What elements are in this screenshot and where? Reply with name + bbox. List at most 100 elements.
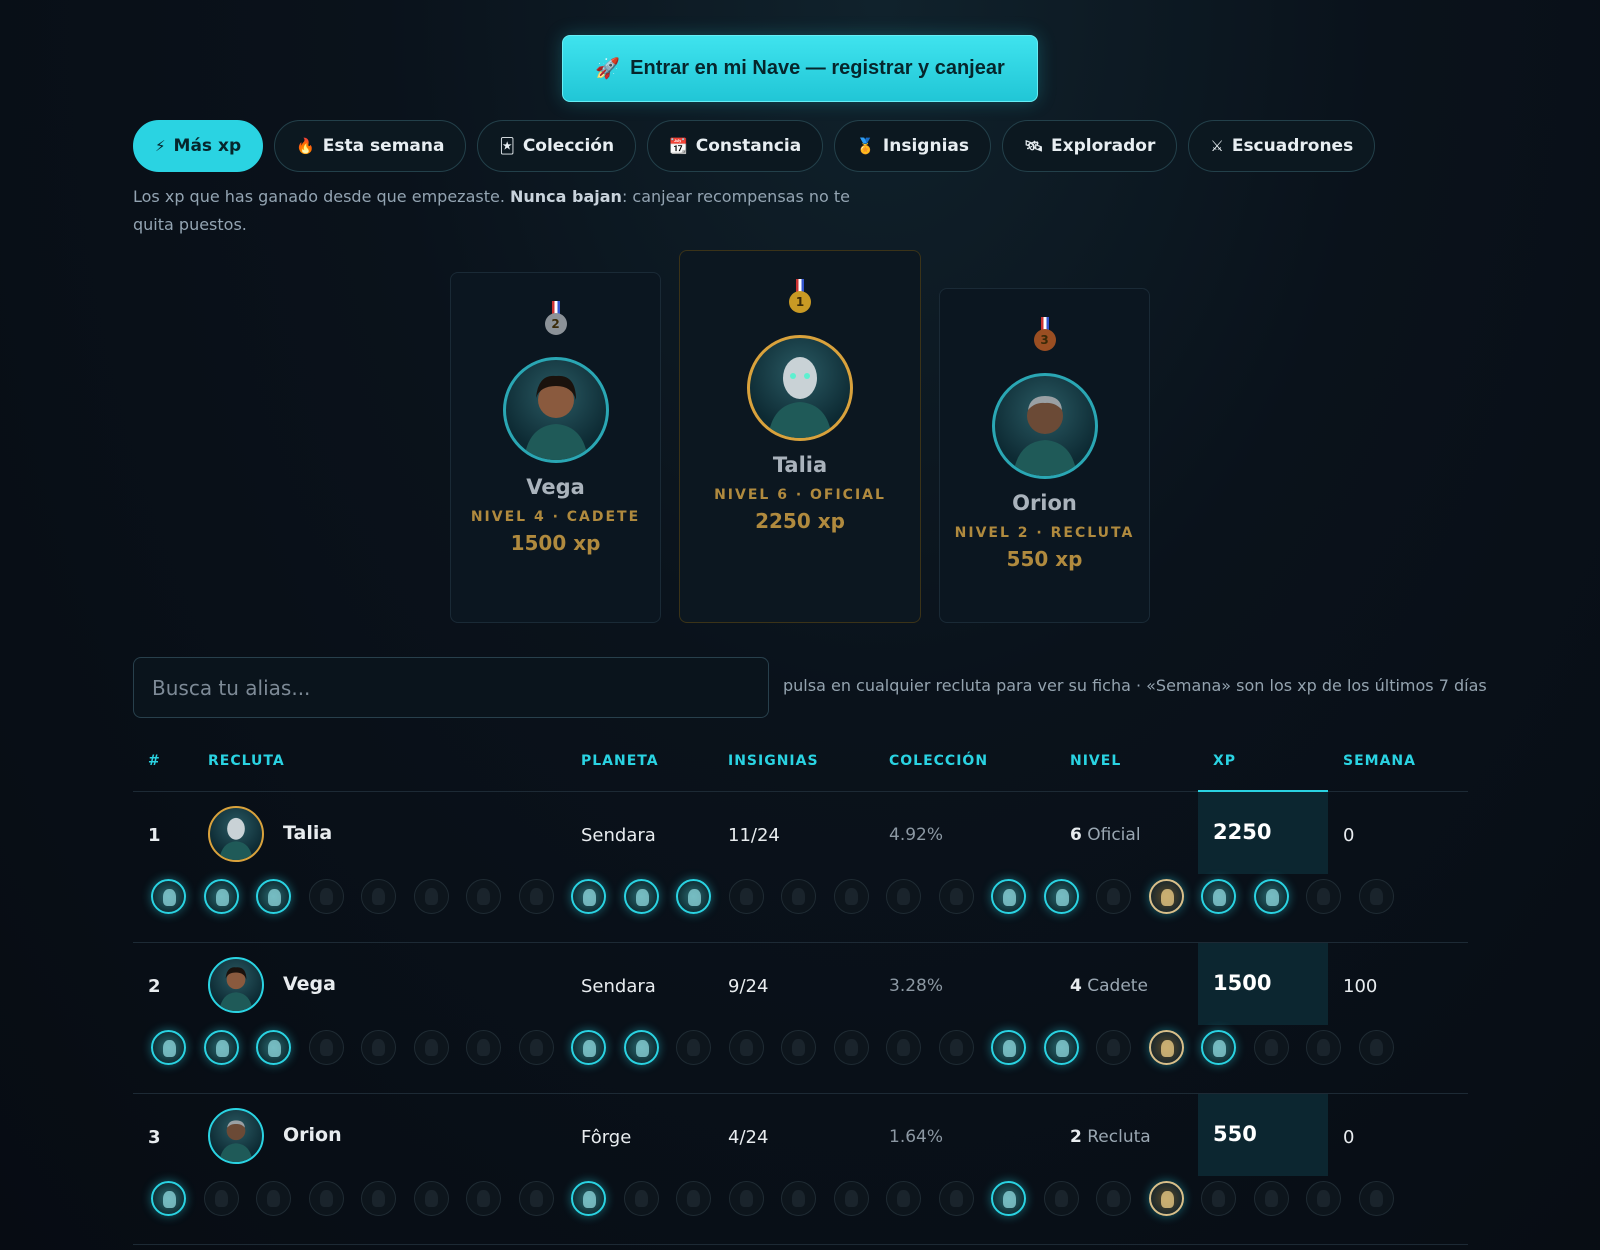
badge-locked-icon[interactable] (1096, 1181, 1131, 1216)
badge-locked-icon[interactable] (728, 1181, 764, 1216)
badge-earned-icon[interactable] (1253, 879, 1289, 914)
badge-earned-icon[interactable] (676, 879, 711, 914)
badge-earned-icon[interactable] (1148, 1181, 1184, 1216)
podium-second[interactable]: 2 Vega NIVEL 4 · CADETE 1500 xp (450, 272, 661, 623)
tab-insignias[interactable]: 🏅 Insignias (834, 120, 991, 172)
badge-locked-icon[interactable] (413, 879, 449, 914)
badge-earned-icon[interactable] (1201, 879, 1236, 914)
badge-earned-icon[interactable] (1043, 1030, 1079, 1065)
badge-locked-icon[interactable] (256, 1181, 291, 1216)
badge-locked-icon[interactable] (308, 1030, 344, 1065)
badge-earned-icon[interactable] (256, 1030, 291, 1065)
table-row[interactable]: 3 Orion Fôrge 4/24 1.64% 2 Recluta 550 0 (133, 1094, 1468, 1245)
header-rank[interactable]: # (148, 753, 161, 769)
badge-earned-icon[interactable] (203, 1030, 239, 1065)
badge-earned-icon[interactable] (256, 879, 291, 914)
silver-medal-icon: 2 (543, 301, 569, 341)
badge-locked-icon[interactable] (833, 879, 869, 914)
badge-locked-icon[interactable] (938, 1030, 974, 1065)
search-input[interactable] (133, 657, 769, 718)
tab-coleccion[interactable]: 🃏 Colección (477, 120, 637, 172)
badge-locked-icon[interactable] (728, 1030, 764, 1065)
badge-locked-icon[interactable] (413, 1181, 449, 1216)
badge-locked-icon[interactable] (938, 879, 974, 914)
row-collection: 1.64% (889, 1127, 944, 1147)
badge-locked-icon[interactable] (623, 1181, 659, 1216)
badge-locked-icon[interactable] (1043, 1181, 1079, 1216)
badge-locked-icon[interactable] (886, 1181, 921, 1216)
badge-locked-icon[interactable] (833, 1030, 869, 1065)
badge-locked-icon[interactable] (1096, 1030, 1131, 1065)
badge-earned-icon[interactable] (991, 1030, 1026, 1065)
badge-earned-icon[interactable] (1201, 1030, 1236, 1065)
badge-locked-icon[interactable] (781, 1181, 816, 1216)
header-collection[interactable]: COLECCIÓN (889, 753, 988, 769)
badge-locked-icon[interactable] (518, 1030, 554, 1065)
badge-locked-icon[interactable] (1358, 879, 1394, 914)
header-level[interactable]: NIVEL (1070, 753, 1121, 769)
table-row[interactable]: 2 Vega Sendara 9/24 3.28% 4 Cadete 1500 … (133, 943, 1468, 1094)
tab-escuadrones[interactable]: ⚔ Escuadrones (1188, 120, 1376, 172)
badge-locked-icon[interactable] (728, 879, 764, 914)
enter-ship-label: Entrar en mi Nave — registrar y canjear (630, 57, 1005, 79)
badge-locked-icon[interactable] (886, 879, 921, 914)
badge-locked-icon[interactable] (361, 1181, 396, 1216)
badge-locked-icon[interactable] (466, 1030, 501, 1065)
header-planet[interactable]: PLANETA (581, 753, 659, 769)
badge-earned-icon[interactable] (623, 1030, 659, 1065)
badge-locked-icon[interactable] (886, 1030, 921, 1065)
badge-locked-icon[interactable] (203, 1181, 239, 1216)
tab-explorador[interactable]: 🛰 Explorador (1001, 120, 1178, 172)
badge-locked-icon[interactable] (676, 1181, 711, 1216)
badge-earned-icon[interactable] (1148, 1030, 1184, 1065)
badge-earned-icon[interactable] (1043, 879, 1079, 914)
badge-earned-icon[interactable] (991, 879, 1026, 914)
badge-locked-icon[interactable] (308, 879, 344, 914)
badge-locked-icon[interactable] (361, 1030, 396, 1065)
badge-earned-icon[interactable] (571, 1181, 606, 1216)
header-badges[interactable]: INSIGNIAS (728, 753, 819, 769)
badge-locked-icon[interactable] (1253, 1181, 1289, 1216)
tab-mas-xp[interactable]: ⚡ Más xp (133, 120, 264, 172)
badge-locked-icon[interactable] (1358, 1181, 1394, 1216)
badge-locked-icon[interactable] (781, 879, 816, 914)
header-recruit[interactable]: RECLUTA (208, 753, 285, 769)
badge-earned-icon[interactable] (571, 879, 606, 914)
header-week[interactable]: SEMANA (1343, 753, 1416, 769)
podium-first[interactable]: 1 Talia NIVEL 6 · OFICIAL 2250 xp (679, 250, 921, 623)
badge-locked-icon[interactable] (1096, 879, 1131, 914)
badge-earned-icon[interactable] (623, 879, 659, 914)
badge-locked-icon[interactable] (1201, 1181, 1236, 1216)
badge-locked-icon[interactable] (518, 879, 554, 914)
badge-locked-icon[interactable] (518, 1181, 554, 1216)
badge-earned-icon[interactable] (203, 879, 239, 914)
badge-locked-icon[interactable] (1358, 1030, 1394, 1065)
badge-earned-icon[interactable] (1148, 879, 1184, 914)
badge-locked-icon[interactable] (676, 1030, 711, 1065)
badge-locked-icon[interactable] (1306, 1030, 1341, 1065)
badge-locked-icon[interactable] (1253, 1030, 1289, 1065)
enter-ship-button[interactable]: 🚀 Entrar en mi Nave — registrar y canjea… (562, 35, 1038, 102)
table-row[interactable]: 1 Talia Sendara 11/24 4.92% 6 Oficial 22… (133, 792, 1468, 943)
badge-locked-icon[interactable] (361, 879, 396, 914)
podium-third[interactable]: 3 Orion NIVEL 2 · RECLUTA 550 xp (939, 288, 1150, 623)
badge-locked-icon[interactable] (466, 1181, 501, 1216)
badge-locked-icon[interactable] (938, 1181, 974, 1216)
tab-label: Insignias (882, 136, 969, 156)
badge-earned-icon[interactable] (571, 1030, 606, 1065)
badge-locked-icon[interactable] (781, 1030, 816, 1065)
podium-name: Vega (526, 475, 585, 499)
badge-locked-icon[interactable] (308, 1181, 344, 1216)
badge-locked-icon[interactable] (466, 879, 501, 914)
badge-locked-icon[interactable] (1306, 1181, 1341, 1216)
badge-locked-icon[interactable] (413, 1030, 449, 1065)
badge-earned-icon[interactable] (151, 1181, 186, 1216)
badge-earned-icon[interactable] (151, 879, 186, 914)
tab-constancia[interactable]: 📆 Constancia (647, 120, 824, 172)
badge-locked-icon[interactable] (1306, 879, 1341, 914)
badge-earned-icon[interactable] (991, 1181, 1026, 1216)
badge-locked-icon[interactable] (833, 1181, 869, 1216)
tab-esta-semana[interactable]: 🔥 Esta semana (274, 120, 467, 172)
badge-earned-icon[interactable] (151, 1030, 186, 1065)
header-xp[interactable]: XP (1213, 753, 1236, 769)
